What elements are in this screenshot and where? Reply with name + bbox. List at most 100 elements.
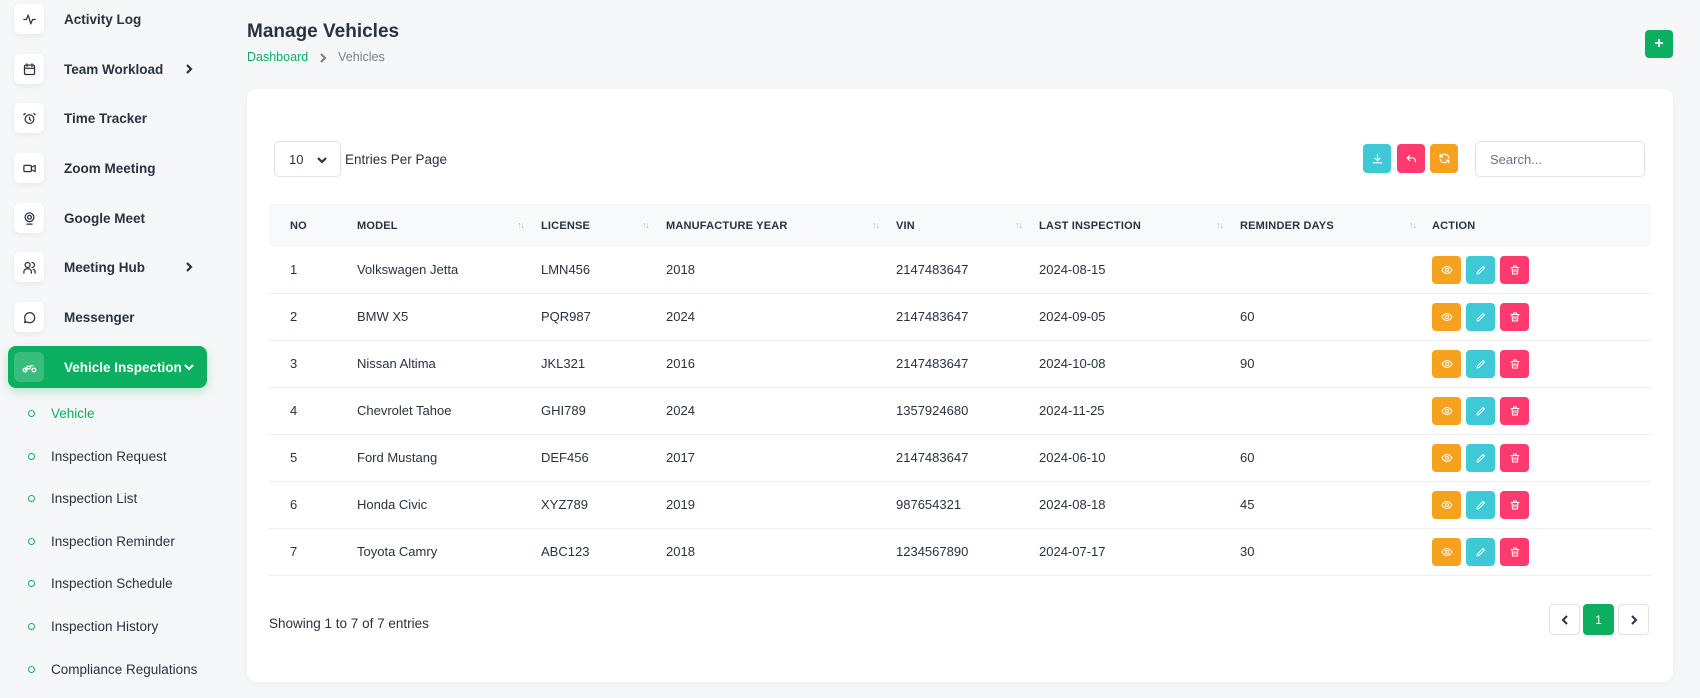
vehicles-table: NO MODEL ↑↓ LICENSE ↑↓ MANUFACTURE YEAR … <box>269 204 1651 576</box>
view-button[interactable] <box>1432 350 1461 378</box>
alarm-clock-icon <box>14 103 44 133</box>
sidebar-item-messenger[interactable]: Messenger <box>8 296 207 338</box>
cell-last-inspection: 2024-10-08 <box>1039 356 1106 371</box>
sidebar-subitem-compliance-regulations[interactable]: Compliance Regulations <box>28 657 197 681</box>
view-button[interactable] <box>1432 491 1461 519</box>
vehicles-card: 10 Entries Per Page NO MODEL ↑↓ LICENSE … <box>247 89 1673 682</box>
delete-button[interactable] <box>1500 491 1529 519</box>
view-button[interactable] <box>1432 444 1461 472</box>
breadcrumb-dashboard-link[interactable]: Dashboard <box>247 50 308 64</box>
sidebar-item-vehicle-inspection[interactable]: Vehicle Inspection <box>8 346 207 388</box>
cell-manufacture-year: 2018 <box>666 544 695 559</box>
sort-icon[interactable]: ↑↓ <box>1015 220 1023 230</box>
bullet-icon <box>28 537 35 545</box>
cell-license: JKL321 <box>541 356 586 371</box>
sidebar-item-activity-log[interactable]: Activity Log <box>8 0 207 40</box>
view-button[interactable] <box>1432 397 1461 425</box>
sort-icon[interactable]: ↑↓ <box>517 220 525 230</box>
pencil-icon <box>1476 548 1485 557</box>
table-row: 3 Nissan Altima JKL321 2016 2147483647 2024-1… <box>269 341 1651 388</box>
sidebar-item-label: Zoom Meeting <box>64 160 156 176</box>
view-button[interactable] <box>1432 256 1461 284</box>
delete-button[interactable] <box>1500 256 1529 284</box>
chevron-right-icon <box>183 260 195 272</box>
delete-button[interactable] <box>1500 538 1529 566</box>
chevron-left-icon <box>1561 614 1568 625</box>
column-header-no[interactable]: NO <box>290 220 307 232</box>
sidebar-subitem-label: Vehicle <box>51 405 95 421</box>
sidebar-subitem-inspection-reminder[interactable]: Inspection Reminder <box>28 529 175 553</box>
column-header-license[interactable]: LICENSE <box>541 220 590 232</box>
chevron-right-icon <box>318 52 328 63</box>
undo-icon <box>1406 154 1416 163</box>
edit-button[interactable] <box>1466 538 1495 566</box>
column-header-vin[interactable]: VIN <box>896 220 915 232</box>
cell-last-inspection: 2024-09-05 <box>1039 309 1106 324</box>
sidebar: Activity Log Team Workload Time Tracker … <box>0 0 222 698</box>
chevron-right-icon <box>183 62 195 74</box>
export-button[interactable] <box>1363 144 1391 173</box>
edit-button[interactable] <box>1466 303 1495 331</box>
edit-button[interactable] <box>1466 350 1495 378</box>
motorbike-icon <box>14 352 44 382</box>
sidebar-item-meeting-hub[interactable]: Meeting Hub <box>8 246 207 288</box>
edit-button[interactable] <box>1466 256 1495 284</box>
sidebar-subitem-inspection-list[interactable]: Inspection List <box>28 486 137 510</box>
bullet-icon <box>28 665 35 673</box>
activity-icon <box>14 4 44 34</box>
edit-button[interactable] <box>1466 444 1495 472</box>
table-row: 4 Chevrolet Tahoe GHI789 2024 1357924680 2024… <box>269 388 1651 435</box>
message-icon <box>14 302 44 332</box>
sidebar-item-google-meet[interactable]: Google Meet <box>8 197 207 239</box>
view-button[interactable] <box>1432 538 1461 566</box>
cell-model: BMW X5 <box>357 309 409 324</box>
sidebar-item-zoom-meeting[interactable]: Zoom Meeting <box>8 147 207 189</box>
table-row: 6 Honda Civic XYZ789 2019 987654321 2024-08-1… <box>269 482 1651 529</box>
undo-button[interactable] <box>1397 144 1425 173</box>
video-icon <box>14 153 44 183</box>
sort-icon[interactable]: ↑↓ <box>872 220 880 230</box>
search-input[interactable] <box>1475 141 1645 177</box>
pagination-next-button[interactable] <box>1618 604 1649 635</box>
column-header-manufacture-year[interactable]: MANUFACTURE YEAR <box>666 220 788 232</box>
add-vehicle-button[interactable]: + <box>1645 30 1673 58</box>
bullet-icon <box>28 579 35 587</box>
view-button[interactable] <box>1432 303 1461 331</box>
column-header-last-inspection[interactable]: LAST INSPECTION <box>1039 220 1141 232</box>
cell-vin: 1357924680 <box>896 403 969 418</box>
pagination-prev-button[interactable] <box>1549 604 1580 635</box>
showing-entries-text: Showing 1 to 7 of 7 entries <box>269 616 429 631</box>
delete-button[interactable] <box>1500 350 1529 378</box>
sidebar-item-team-workload[interactable]: Team Workload <box>8 48 207 90</box>
entries-per-page-select[interactable]: 10 <box>274 141 341 177</box>
column-header-reminder-days[interactable]: REMINDER DAYS <box>1240 220 1334 232</box>
sidebar-subitem-inspection-schedule[interactable]: Inspection Schedule <box>28 571 173 595</box>
download-icon <box>1372 153 1382 164</box>
cell-reminder-days: 60 <box>1240 309 1255 324</box>
cell-reminder-days: 30 <box>1240 544 1255 559</box>
column-header-model[interactable]: MODEL <box>357 220 398 232</box>
sidebar-subitem-vehicle[interactable]: Vehicle <box>28 401 95 425</box>
pencil-icon <box>1476 360 1485 369</box>
sort-icon[interactable]: ↑↓ <box>642 220 650 230</box>
delete-button[interactable] <box>1500 303 1529 331</box>
delete-button[interactable] <box>1500 397 1529 425</box>
cell-manufacture-year: 2016 <box>666 356 695 371</box>
refresh-button[interactable] <box>1430 144 1458 173</box>
edit-button[interactable] <box>1466 491 1495 519</box>
sort-icon[interactable]: ↑↓ <box>1216 220 1224 230</box>
sidebar-subitem-label: Inspection Request <box>51 448 167 464</box>
sort-icon[interactable]: ↑↓ <box>1409 220 1417 230</box>
sidebar-subitem-label: Compliance Regulations <box>51 661 198 677</box>
edit-button[interactable] <box>1466 397 1495 425</box>
delete-button[interactable] <box>1500 444 1529 472</box>
refresh-icon <box>1439 153 1449 164</box>
sidebar-subitem-inspection-history[interactable]: Inspection History <box>28 614 158 638</box>
table-row: 7 Toyota Camry ABC123 2018 1234567890 2024-07… <box>269 529 1651 576</box>
sidebar-item-time-tracker[interactable]: Time Tracker <box>8 97 207 139</box>
eye-icon <box>1441 407 1452 415</box>
sidebar-subitem-inspection-request[interactable]: Inspection Request <box>28 444 167 468</box>
cell-license: GHI789 <box>541 403 586 418</box>
webcam-icon <box>14 203 44 233</box>
pagination-page-button[interactable]: 1 <box>1583 604 1614 635</box>
